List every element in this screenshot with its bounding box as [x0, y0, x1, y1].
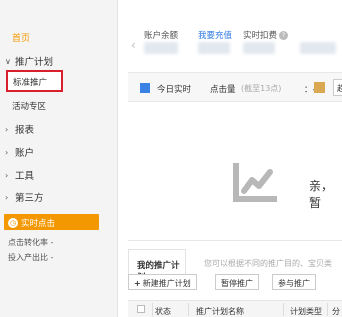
col-plan-name: 推广计划名称 — [196, 307, 244, 316]
new-plan-button[interactable]: + 新建推广计划 — [128, 274, 197, 290]
nav-group-tools[interactable]: › 工具 — [5, 168, 35, 183]
today-realtime-title: 今日实时 — [157, 85, 192, 95]
realtime-click-header: ◷ 实时点击 — [4, 214, 99, 230]
col-plan-type: 计划类型 — [290, 307, 322, 316]
nav-group-third-party[interactable]: › 第三方 — [5, 190, 44, 205]
column-divider — [188, 303, 189, 316]
clicks-label: 点击量 — [210, 85, 236, 95]
legend-square — [314, 82, 325, 93]
deduct-value-blurred — [243, 42, 275, 54]
join-promo-button[interactable]: 参与推广 — [272, 274, 316, 290]
column-divider — [327, 303, 328, 316]
balance-label: 账户余额 — [144, 31, 179, 41]
nav-group-account[interactable]: › 账户 — [5, 145, 35, 160]
nav-group-reports-label: 报表 — [15, 125, 35, 136]
new-plan-label: 新建推广计划 — [142, 279, 191, 288]
column-divider — [152, 303, 153, 316]
balance-value-blurred — [144, 42, 178, 54]
nav-item-activity-zone[interactable]: 活动专区 — [12, 100, 46, 112]
realtime-click-label: 实时点击 — [21, 219, 56, 229]
trend-button[interactable]: 趋 — [333, 79, 342, 96]
today-realtime-bar: 今日实时 点击量 (截至13点) ：- 趋 — [128, 72, 342, 102]
nav-group-third-party-label: 第三方 — [15, 193, 44, 204]
chevron-left-icon[interactable]: ‹ — [131, 38, 136, 52]
chevron-right-icon: › — [5, 124, 9, 134]
extra-value-blurred — [300, 42, 336, 54]
plus-icon: + — [134, 279, 141, 288]
line-chart-icon — [233, 163, 277, 202]
nav-group-account-label: 账户 — [15, 148, 35, 159]
nav-group-reports[interactable]: › 报表 — [5, 122, 35, 137]
column-divider — [283, 303, 284, 316]
col-more: 分 — [332, 307, 340, 316]
realtime-deduct: 实时扣费? — [243, 29, 289, 41]
chart-area: 亲，暂 — [128, 103, 342, 233]
chevron-down-icon: ∨ — [5, 56, 11, 66]
nav-group-tools-label: 工具 — [15, 171, 35, 182]
realtime-deduct-label: 实时扣费 — [243, 31, 278, 41]
chevron-right-icon: › — [5, 192, 9, 202]
today-color-square — [140, 83, 150, 93]
select-all-checkbox[interactable] — [137, 305, 145, 313]
chevron-right-icon: › — [5, 170, 9, 180]
recharge-value-blurred — [198, 42, 230, 54]
chevron-right-icon: › — [5, 147, 9, 157]
clock-icon: ◷ — [8, 218, 18, 228]
recharge-link[interactable]: 我要充值 — [198, 29, 232, 41]
empty-message: 亲，暂 — [309, 179, 334, 210]
sidebar: 首页 ∨ 推广计划 标准推广 活动专区 › 报表 › 账户 › 工具 › 第三方… — [0, 0, 118, 317]
pause-promo-button[interactable]: 暂停推广 — [215, 274, 259, 290]
col-status: 状态 — [155, 307, 171, 316]
nav-group-promo-plan-label: 推广计划 — [15, 57, 54, 68]
tab-my-promo-plan[interactable]: 我的推广计划 — [128, 249, 186, 283]
click-conversion-rate: 点击转化率 - — [8, 238, 54, 247]
table-header: 状态 推广计划名称 计划类型 分 — [128, 300, 342, 317]
plan-hint: 您可以根据不同的推广目的、宝贝类 — [204, 259, 332, 268]
nav-item-standard-promo[interactable]: 标准推广 — [6, 70, 63, 92]
roi-stat: 投入产出比 - — [8, 253, 54, 262]
clicks-hint: (截至13点) — [241, 84, 282, 93]
help-icon[interactable]: ? — [279, 31, 289, 40]
nav-group-promo-plan[interactable]: ∨ 推广计划 — [5, 54, 54, 69]
nav-home[interactable]: 首页 — [12, 31, 30, 44]
